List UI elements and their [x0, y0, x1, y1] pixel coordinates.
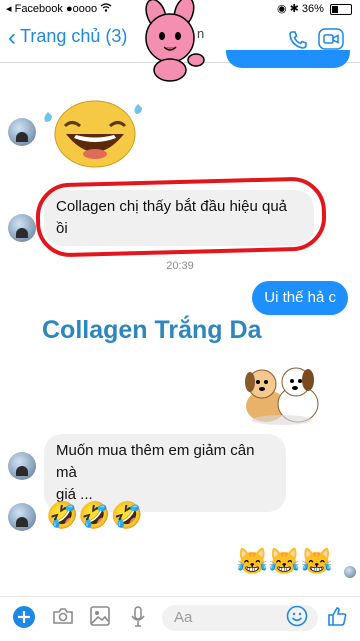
rolling-laugh-emojis: 🤣🤣🤣 — [46, 500, 144, 530]
camera-icon[interactable] — [52, 605, 74, 632]
lock-rotation-icon: ◉ — [276, 3, 287, 15]
message-line: Muốn mua thêm em giảm cân mà — [56, 442, 255, 481]
battery-percent: 36% — [301, 3, 324, 15]
battery-icon — [330, 3, 352, 15]
status-left: ◂ Facebook ●oooo — [6, 2, 112, 15]
microphone-icon[interactable] — [130, 605, 146, 634]
like-icon[interactable] — [326, 605, 348, 632]
red-highlight-circle — [35, 176, 327, 258]
bunny-sticker — [134, 0, 214, 84]
avatar — [8, 214, 36, 242]
status-right: ◉ ✱ 36% — [277, 2, 352, 15]
avatar — [8, 452, 36, 480]
plus-icon[interactable] — [12, 605, 36, 634]
wifi-icon — [100, 3, 112, 15]
back-button[interactable]: ‹ Trang chủ (3) — [8, 26, 127, 50]
large-laughing-emoji — [40, 90, 150, 175]
message-bubble-outgoing[interactable]: Ui thế hả c — [252, 281, 348, 315]
read-receipt-avatar — [344, 566, 356, 578]
avatar — [8, 503, 36, 531]
watermark-text: Collagen Trắng Da — [42, 316, 262, 344]
back-to-app-icon: ◂ — [6, 3, 12, 15]
message-composer: Aa — [0, 596, 360, 641]
avatar — [8, 118, 36, 146]
bluetooth-icon: ✱ — [289, 3, 299, 15]
signal-indicator: ●oooo — [65, 3, 98, 15]
dogs-hug-sticker — [236, 362, 326, 433]
carrier-label: Facebook — [14, 3, 63, 15]
back-chevron-icon: ‹ — [8, 24, 16, 51]
smile-icon[interactable] — [286, 605, 308, 632]
timestamp: 20:39 — [166, 260, 194, 272]
back-label: Trang chủ (3) — [20, 26, 128, 46]
crying-cat-emojis: 😹😹😹 — [236, 546, 334, 576]
outgoing-bubble-partial — [226, 50, 350, 68]
message-input-placeholder: Aa — [174, 609, 193, 626]
gallery-icon[interactable] — [90, 605, 110, 632]
